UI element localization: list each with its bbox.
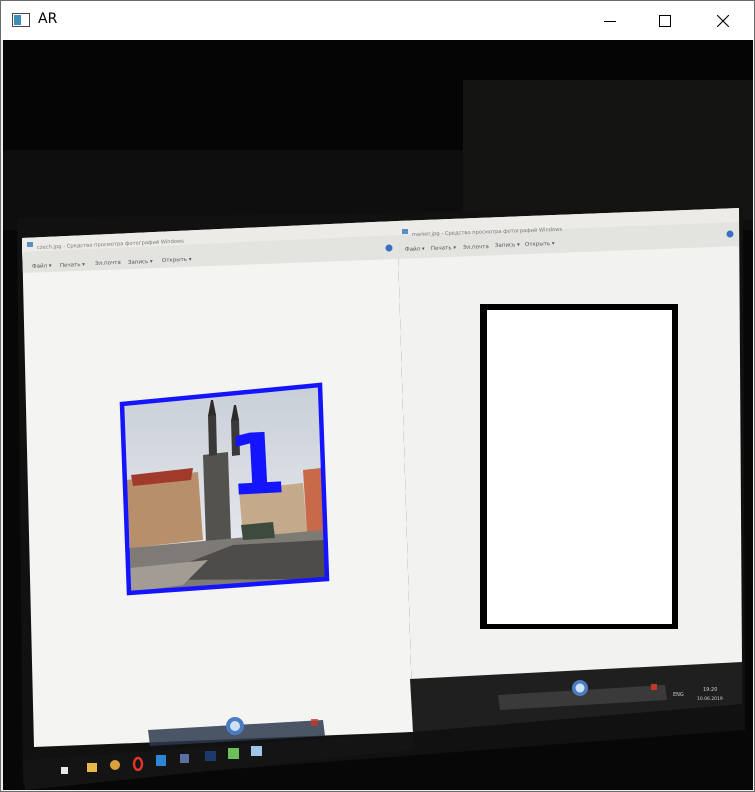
ar-marker-label: 1 (225, 414, 289, 515)
left-viewer-menu: Файл ▾ (32, 262, 52, 270)
camera-feed: czech.jpg - Средство просмотра фотографи… (3, 40, 753, 790)
app-window: AR czech.jpg - Средство просмотра фотогр… (0, 0, 755, 792)
svg-text:Печать ▾: Печать ▾ (431, 245, 457, 252)
help-icon (726, 230, 734, 238)
maximize-button[interactable] (642, 1, 688, 40)
tray-clock-time: 19:20 (703, 687, 717, 693)
minimize-icon (604, 20, 616, 22)
app-icon (180, 754, 189, 763)
close-button[interactable] (700, 1, 746, 40)
window-title: AR (38, 11, 58, 27)
vscode-icon (156, 755, 166, 766)
chrome-icon (110, 760, 120, 770)
windows-start-icon (61, 767, 68, 774)
title-bar[interactable]: AR (1, 1, 754, 40)
tray-language: ENG (673, 692, 684, 698)
app-window-icon (12, 13, 30, 27)
svg-text:Запись ▾: Запись ▾ (128, 259, 153, 266)
photoshop-icon (205, 751, 216, 761)
right-viewer-menu: Файл ▾ (405, 245, 425, 253)
photo-viewer-icon (251, 746, 262, 756)
svg-text:Запись ▾: Запись ▾ (495, 242, 520, 249)
help-icon (385, 244, 393, 252)
minimize-button[interactable] (587, 1, 633, 40)
ar-photo-overlay: 1 (119, 382, 330, 596)
tray-clock-date: 10.06.2019 (697, 696, 723, 702)
svg-text:Открыть ▾: Открыть ▾ (525, 241, 555, 248)
ar-marker-inner (487, 310, 672, 624)
file-explorer-icon (87, 763, 97, 772)
ar-scene: czech.jpg - Средство просмотра фотографи… (3, 40, 753, 790)
maximize-icon (659, 14, 671, 27)
svg-text:Эл.почта: Эл.почта (463, 244, 489, 251)
svg-text:Печать ▾: Печать ▾ (60, 262, 86, 269)
svg-text:Эл.почта: Эл.почта (95, 260, 121, 267)
close-icon (717, 14, 729, 27)
android-studio-icon (228, 748, 239, 759)
